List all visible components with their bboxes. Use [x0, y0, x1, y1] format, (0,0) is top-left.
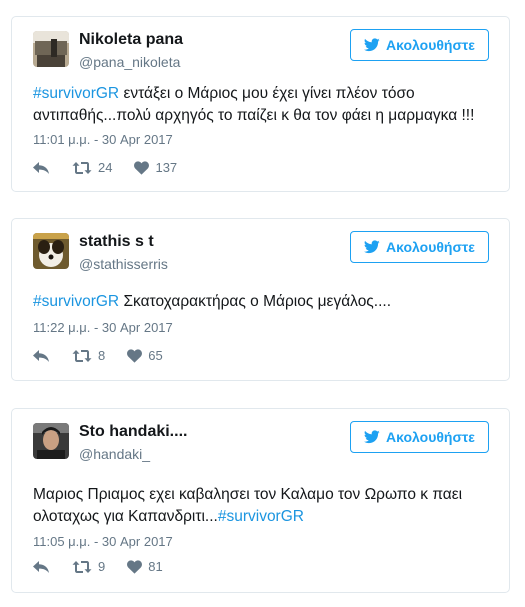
like-count: 137: [155, 160, 178, 175]
timestamp[interactable]: 11:22 μ.μ. - 30 Apr 2017: [33, 320, 173, 335]
retweet-icon: [72, 560, 92, 573]
tweet-card: Nikoleta pana @pana_nikoleta Ακολουθήστε…: [11, 16, 510, 192]
display-name[interactable]: Nikoleta pana: [79, 31, 183, 49]
retweet-action[interactable]: 8: [72, 348, 105, 363]
reply-icon: [33, 560, 49, 573]
like-action[interactable]: 137: [134, 160, 177, 175]
reply-action[interactable]: [32, 560, 50, 574]
hashtag-link[interactable]: #survivorGR: [33, 293, 119, 310]
heart-icon: [127, 348, 143, 363]
like-action[interactable]: 65: [127, 348, 163, 363]
follow-label: Ακολουθήστε: [386, 239, 475, 255]
hashtag-link[interactable]: #survivorGR: [33, 85, 119, 102]
follow-button[interactable]: Ακολουθήστε: [350, 231, 489, 263]
heart-icon: [134, 160, 150, 175]
tweet-text: Μαριος Πριαμος εχει καβαλησει τον Καλαμο…: [33, 484, 495, 528]
tweet-text: #survivorGR Σκατοχαρακτήρας ο Μάριος μεγ…: [33, 291, 495, 313]
tweet-actions: 9 81: [32, 559, 185, 574]
reply-icon: [33, 349, 49, 362]
retweet-count: 9: [98, 559, 106, 574]
tweet-card: Sto handaki.... @handaki_ Ακολουθήστε Μα…: [11, 408, 510, 593]
display-name[interactable]: stathis s t: [79, 233, 154, 251]
retweet-action[interactable]: 24: [72, 160, 112, 175]
reply-action[interactable]: [32, 349, 50, 363]
like-action[interactable]: 81: [127, 559, 163, 574]
follow-label: Ακολουθήστε: [386, 429, 475, 445]
tweet-text: #survivorGR εντάξει ο Μάριος μου έχει γί…: [33, 83, 495, 127]
heart-icon: [127, 559, 143, 574]
user-handle[interactable]: @stathisserris: [79, 256, 168, 272]
display-name[interactable]: Sto handaki....: [79, 423, 187, 441]
user-handle[interactable]: @handaki_: [79, 446, 150, 462]
retweet-count: 8: [98, 348, 106, 363]
twitter-bird-icon: [364, 240, 380, 254]
hashtag-link[interactable]: #survivorGR: [218, 508, 304, 525]
retweet-icon: [72, 161, 92, 174]
twitter-bird-icon: [364, 430, 380, 444]
follow-button[interactable]: Ακολουθήστε: [350, 421, 489, 453]
user-handle[interactable]: @pana_nikoleta: [79, 54, 180, 70]
avatar[interactable]: [33, 31, 69, 67]
like-count: 81: [148, 559, 163, 574]
twitter-bird-icon: [364, 38, 380, 52]
retweet-count: 24: [98, 160, 113, 175]
reply-icon: [33, 161, 49, 174]
timestamp[interactable]: 11:05 μ.μ. - 30 Apr 2017: [33, 534, 173, 549]
tweet-card: stathis s t @stathisserris Ακολουθήστε #…: [11, 218, 510, 381]
follow-button[interactable]: Ακολουθήστε: [350, 29, 489, 61]
avatar[interactable]: [33, 233, 69, 269]
tweet-text-body: Σκατοχαρακτήρας ο Μάριος μεγάλος....: [119, 293, 392, 310]
retweet-action[interactable]: 9: [72, 559, 105, 574]
tweet-actions: 8 65: [32, 348, 185, 363]
retweet-icon: [72, 349, 92, 362]
reply-action[interactable]: [32, 161, 50, 175]
tweet-actions: 24 137: [32, 160, 199, 175]
timestamp[interactable]: 11:01 μ.μ. - 30 Apr 2017: [33, 132, 173, 147]
avatar[interactable]: [33, 423, 69, 459]
follow-label: Ακολουθήστε: [386, 37, 475, 53]
like-count: 65: [148, 348, 163, 363]
